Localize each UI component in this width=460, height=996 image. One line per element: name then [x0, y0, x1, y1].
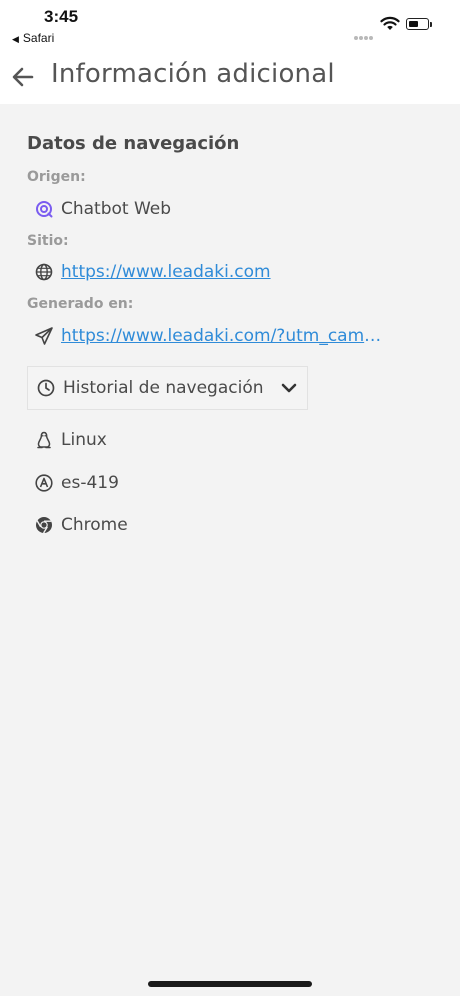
paper-plane-icon	[35, 327, 53, 345]
battery-icon	[406, 18, 429, 30]
os-row: Linux	[34, 430, 107, 450]
generated-row: https://www.leadaki.com/?utm_campaig...	[34, 326, 391, 346]
history-label: Historial de navegación	[63, 378, 264, 398]
status-time: 3:45	[44, 7, 79, 26]
language-row: es-419	[34, 473, 119, 493]
chrome-icon	[36, 517, 52, 534]
clock-icon	[37, 379, 55, 397]
language-icon	[35, 474, 53, 492]
browser-row: Chrome	[34, 515, 128, 535]
status-bar: 3:45 ◀ Safari	[0, 0, 460, 50]
home-indicator[interactable]	[148, 981, 312, 987]
generated-link[interactable]: https://www.leadaki.com/?utm_campaig...	[61, 326, 391, 346]
app-header: Información adicional	[0, 50, 460, 104]
site-link[interactable]: https://www.leadaki.com	[61, 262, 271, 282]
history-accordion[interactable]: Historial de navegación	[27, 366, 308, 410]
back-to-app-link[interactable]: ◀ Safari	[12, 31, 54, 45]
chatbot-icon	[36, 201, 53, 218]
wifi-icon	[380, 16, 400, 30]
origin-row: Chatbot Web	[34, 199, 171, 219]
arrow-left-icon[interactable]	[10, 64, 36, 90]
signal-icon	[354, 27, 374, 45]
site-row: https://www.leadaki.com	[34, 262, 271, 282]
battery-tip	[430, 22, 432, 27]
origin-value: Chatbot Web	[61, 199, 172, 219]
linux-icon	[37, 431, 51, 449]
generated-label: Generado en:	[27, 296, 134, 312]
section-title: Datos de navegación	[27, 133, 240, 154]
back-triangle-icon: ◀	[12, 34, 19, 44]
chevron-down-icon	[281, 383, 296, 393]
globe-icon	[35, 263, 53, 281]
language-value: es-419	[61, 473, 119, 493]
origin-label: Origen:	[27, 169, 86, 185]
site-label: Sitio:	[27, 233, 69, 249]
back-app-label: Safari	[22, 31, 55, 45]
page-title: Información adicional	[51, 59, 335, 89]
os-value: Linux	[61, 430, 107, 450]
browser-value: Chrome	[61, 515, 128, 535]
